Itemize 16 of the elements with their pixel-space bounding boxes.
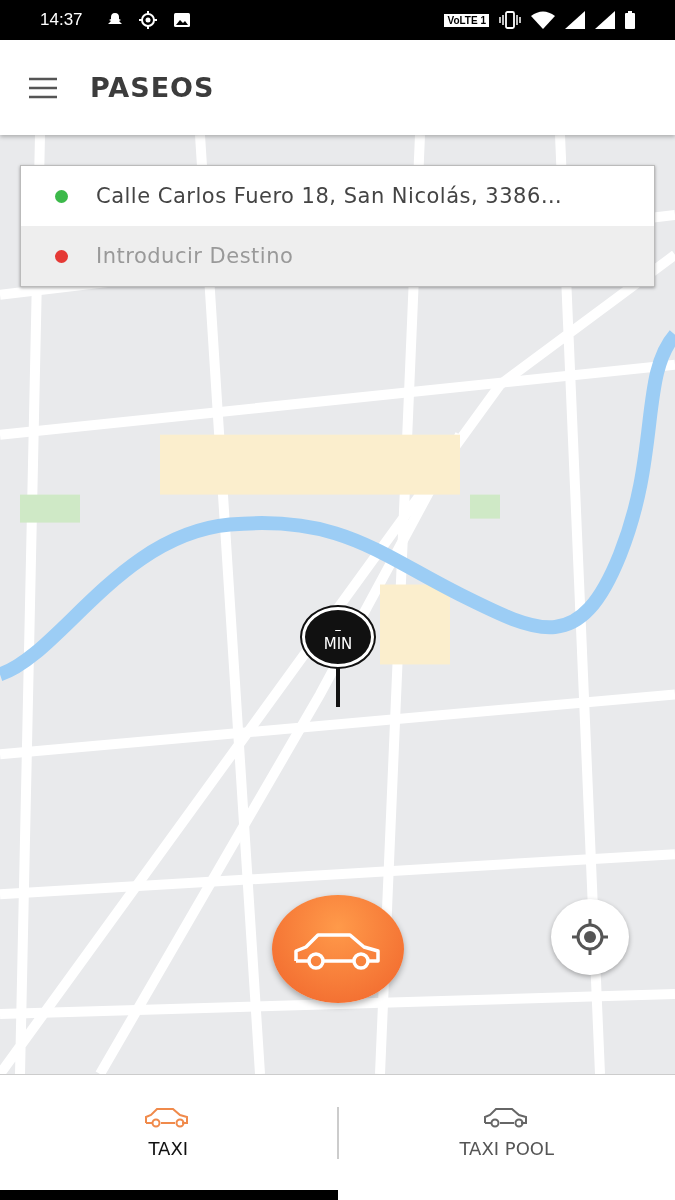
location-icon [138,11,157,29]
menu-icon [28,76,58,99]
signal-icon [595,11,615,29]
vibrate-icon [499,11,521,29]
wifi-icon [531,11,555,29]
signal-icon [565,11,585,29]
image-icon [172,12,191,28]
eta-minutes: – [334,621,342,636]
status-time: 14:37 [40,10,83,30]
eta-unit: MIN [323,635,353,653]
crosshair-icon [570,917,610,957]
app-title: PASEOS [90,72,215,103]
destination-input[interactable]: Introducir Destino [96,244,496,268]
battery-icon [625,11,635,29]
destination-field[interactable]: Introducir Destino [21,226,654,286]
network-badge: VoLTE 1 [444,13,489,27]
